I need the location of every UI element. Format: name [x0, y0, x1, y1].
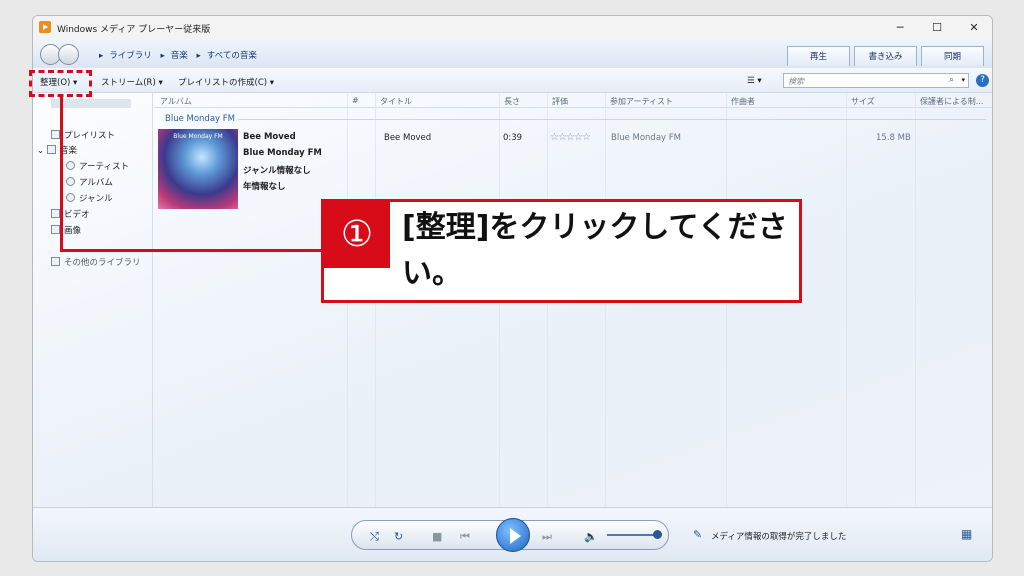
- track-title[interactable]: Bee Moved: [384, 133, 431, 143]
- create-playlist-button[interactable]: プレイリストの作成(C) ▾: [178, 76, 274, 88]
- track-artist: Blue Monday FM: [611, 133, 681, 143]
- column-size[interactable]: サイズ: [851, 96, 875, 107]
- album-title: Bee Moved: [243, 132, 296, 142]
- callout-connector-vertical: [60, 97, 63, 252]
- tab-play[interactable]: 再生: [787, 46, 850, 66]
- navigation-pane: プレイリスト ⌄ 音楽 アーティスト アルバム ジャンル ビデオ 画像 その他の…: [33, 93, 153, 507]
- instruction-callout: ① [整理]をクリックしてください。: [321, 199, 802, 303]
- artist-icon: [66, 161, 75, 170]
- column-contributing-artist[interactable]: 参加アーティスト: [610, 96, 673, 107]
- music-note-icon: [46, 145, 56, 154]
- other-libraries-icon: [51, 257, 60, 266]
- help-icon[interactable]: ?: [976, 74, 989, 87]
- view-options-icon[interactable]: ☰ ▾: [747, 76, 762, 86]
- close-button[interactable]: ✕: [959, 18, 989, 38]
- album-year: 年情報なし: [243, 182, 286, 192]
- status-text: メディア情報の取得が完了しました: [711, 532, 847, 542]
- picture-icon: [51, 225, 60, 234]
- play-button[interactable]: [496, 518, 530, 552]
- column-track-number[interactable]: #: [352, 96, 359, 105]
- volume-slider[interactable]: [607, 534, 659, 536]
- sidebar-item-other-libraries[interactable]: その他のライブラリ: [51, 256, 141, 268]
- column-parental-rating[interactable]: 保護者による制...: [920, 96, 983, 107]
- navigation-bar: ▸ ライブラリ ▸ 音楽 ▸ すべての音楽 再生 書き込み 同期: [33, 40, 992, 68]
- forward-button[interactable]: [58, 44, 79, 65]
- title-bar: Windows メディア プレーヤー従来版 ─ ☐ ✕: [33, 16, 992, 40]
- window-title: Windows メディア プレーヤー従来版: [57, 25, 211, 35]
- column-album[interactable]: アルバム: [160, 96, 192, 107]
- sidebar-item-pictures[interactable]: 画像: [51, 224, 81, 236]
- album-genre: ジャンル情報なし: [243, 166, 311, 176]
- album-art-text: Blue Monday FM: [173, 133, 223, 140]
- column-rating[interactable]: 評価: [552, 96, 568, 107]
- tab-burn[interactable]: 書き込み: [854, 46, 917, 66]
- callout-step-number: ①: [324, 202, 390, 268]
- search-icon[interactable]: ⌕: [949, 75, 954, 85]
- switch-to-now-playing-icon[interactable]: ▦: [961, 527, 972, 541]
- stop-icon[interactable]: ■: [432, 530, 442, 543]
- previous-icon[interactable]: ⏮: [460, 530, 470, 544]
- track-rating-stars[interactable]: ☆☆☆☆☆: [550, 132, 591, 143]
- callout-connector-horizontal: [60, 249, 324, 252]
- search-input[interactable]: 検索 ⌕ ▾: [783, 73, 969, 88]
- stream-menu-button[interactable]: ストリーム(R) ▾: [101, 76, 163, 88]
- genre-icon: [66, 193, 75, 202]
- sidebar-item-music[interactable]: ⌄ 音楽: [37, 144, 77, 156]
- album-art[interactable]: Blue Monday FM: [158, 129, 238, 209]
- album-group-header: Blue Monday FM: [165, 114, 235, 124]
- track-size: 15.8 MB: [876, 133, 911, 143]
- playlist-icon: [51, 130, 60, 139]
- organize-highlight-box: [29, 70, 92, 97]
- breadcrumb-all-music[interactable]: すべての音楽: [207, 51, 257, 61]
- album-artist: Blue Monday FM: [243, 148, 322, 158]
- volume-slider-handle[interactable]: [653, 530, 662, 539]
- sidebar-item-artist[interactable]: アーティスト: [66, 160, 129, 172]
- search-dropdown-icon[interactable]: ▾: [961, 76, 965, 84]
- search-placeholder: 検索: [788, 77, 804, 86]
- group-divider: [238, 119, 986, 120]
- minimize-button[interactable]: ─: [885, 18, 915, 38]
- player-controls-bar: ⤭ ↻ ■ ⏮ ⏭ 🔈 ✎ メディア情報の取得が完了しました ▦: [33, 507, 992, 561]
- toolbar: 整理(O) ▾ ストリーム(R) ▾ プレイリストの作成(C) ▾ ☰ ▾ 検索…: [33, 68, 992, 93]
- library-user-item[interactable]: [51, 99, 131, 108]
- breadcrumb-music[interactable]: 音楽: [171, 51, 188, 61]
- tab-sync[interactable]: 同期: [921, 46, 984, 66]
- media-info-icon: ✎: [693, 528, 703, 541]
- sidebar-item-genre[interactable]: ジャンル: [66, 192, 113, 204]
- maximize-button[interactable]: ☐: [922, 18, 952, 38]
- sidebar-item-video[interactable]: ビデオ: [51, 208, 90, 220]
- callout-text: [整理]をクリックしてください。: [402, 210, 788, 291]
- video-icon: [51, 209, 60, 218]
- column-length[interactable]: 長さ: [504, 96, 520, 107]
- breadcrumb-library[interactable]: ライブラリ: [109, 51, 152, 61]
- album-icon: [66, 177, 75, 186]
- column-title[interactable]: タイトル: [380, 96, 412, 107]
- column-header-row: アルバム # タイトル 長さ 評価 参加アーティスト 作曲者 サイズ 保護者によ…: [154, 93, 992, 108]
- column-composer[interactable]: 作曲者: [731, 96, 755, 107]
- shuffle-icon[interactable]: ⤭: [370, 530, 379, 544]
- media-player-app-icon: [39, 21, 51, 33]
- volume-icon[interactable]: 🔈: [584, 530, 598, 543]
- sidebar-item-album[interactable]: アルバム: [66, 176, 113, 188]
- track-length: 0:39: [503, 133, 523, 143]
- repeat-icon[interactable]: ↻: [394, 530, 403, 543]
- next-icon[interactable]: ⏭: [542, 530, 552, 544]
- breadcrumb: ▸ ライブラリ ▸ 音楽 ▸ すべての音楽: [99, 51, 257, 61]
